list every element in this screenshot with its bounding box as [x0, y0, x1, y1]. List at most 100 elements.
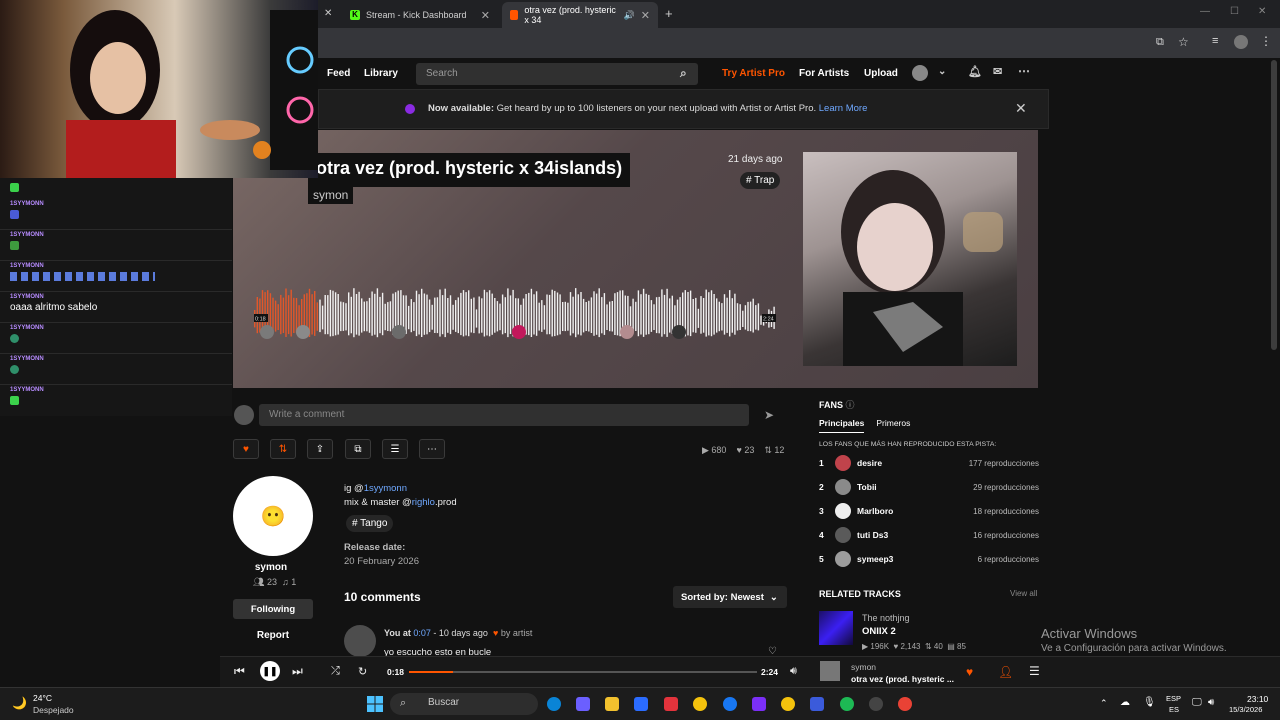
waveform-comment-avatar[interactable] — [512, 325, 526, 339]
artist-avatar[interactable]: 😶 — [233, 476, 313, 556]
network-icon[interactable]: 🖵︎ — [1192, 697, 1202, 708]
fan-row[interactable]: 5 symeep3 6 reproducciones — [819, 551, 1039, 567]
weather-temp[interactable]: 24°C — [33, 693, 52, 703]
related-track-artwork[interactable] — [819, 611, 853, 645]
spotify-icon[interactable] — [840, 697, 854, 711]
new-tab-icon[interactable]: + — [665, 6, 673, 21]
learn-more-link[interactable]: Learn More — [819, 103, 868, 114]
comment-avatar[interactable] — [344, 625, 376, 657]
view-all-link[interactable]: View all — [1010, 589, 1037, 598]
facebook-icon[interactable] — [723, 697, 737, 711]
like-button[interactable]: ♥ — [233, 439, 259, 459]
copy-link-button[interactable]: ⧉ — [345, 439, 371, 459]
instagram-link[interactable]: 1syymonn — [364, 483, 407, 494]
copilot-icon[interactable] — [576, 697, 590, 711]
edge-icon[interactable] — [547, 697, 561, 711]
volume-tray-icon[interactable]: 🔊︎ — [1208, 697, 1214, 708]
close-icon[interactable]: ✕ — [324, 8, 332, 19]
chrome-profile-icon[interactable] — [781, 697, 795, 711]
notifications-bell-icon[interactable]: 🔔︎ — [968, 65, 982, 78]
tracks-count[interactable]: 1 — [291, 577, 296, 587]
pause-button[interactable]: ❚❚ — [260, 661, 280, 681]
profile-avatar[interactable] — [1234, 35, 1248, 49]
report-button[interactable]: Report — [233, 630, 313, 641]
tab-soundcloud-track[interactable]: otra vez (prod. hysteric x 34 🔊 ✕ — [502, 2, 658, 28]
bookmark-star-icon[interactable]: ☆ — [1178, 35, 1189, 49]
chrome-icon[interactable] — [693, 697, 707, 711]
store-icon[interactable] — [634, 697, 648, 711]
tag-tango[interactable]: # Tango — [346, 515, 394, 532]
fan-name[interactable]: tuti Ds3 — [857, 530, 973, 540]
share-button[interactable]: ⇪ — [307, 439, 333, 459]
comment-author[interactable]: You at — [384, 628, 411, 638]
install-icon[interactable]: ⧉ — [1156, 36, 1164, 49]
fan-name[interactable]: Tobii — [857, 482, 973, 492]
weather-desc[interactable]: Despejado — [33, 705, 74, 715]
waveform-comment-avatar[interactable] — [392, 325, 406, 339]
menu-kebab-icon[interactable]: ⋮ — [1260, 34, 1272, 48]
sort-dropdown[interactable]: Sorted by: Newest ⌄ — [673, 586, 787, 608]
follow-artist-icon[interactable]: 👤︎ — [998, 665, 1013, 679]
next-icon[interactable]: ⏭ — [292, 664, 303, 679]
fan-name[interactable]: desire — [857, 458, 969, 468]
fan-row[interactable]: 3 Marlboro 18 reproducciones — [819, 503, 1039, 519]
artist-card-name[interactable]: symon — [233, 562, 309, 573]
window-close-icon[interactable]: ✕ — [1258, 6, 1266, 17]
minimize-icon[interactable]: — — [1200, 6, 1210, 17]
related-track-artist[interactable]: The nothjng — [862, 613, 910, 623]
obs-icon[interactable] — [869, 697, 883, 711]
fan-row[interactable]: 2 Tobii 29 reproducciones — [819, 479, 1039, 495]
media-control-icon[interactable]: ≡ — [1212, 35, 1218, 47]
related-track-title[interactable]: ONIIX 2 — [862, 626, 896, 637]
fan-name[interactable]: Marlboro — [857, 506, 973, 516]
taskbar-search[interactable]: Buscar — [390, 693, 538, 715]
player-like-icon[interactable]: ♥ — [966, 665, 973, 679]
fan-name[interactable]: symeep3 — [857, 554, 978, 564]
office-icon[interactable] — [664, 697, 678, 711]
comment-input[interactable]: Write a comment — [259, 404, 749, 426]
shuffle-icon[interactable]: ⤮ — [331, 665, 340, 678]
maximize-icon[interactable]: ☐ — [1230, 6, 1239, 17]
volume-icon[interactable]: 🔊︎ — [790, 665, 797, 678]
tab-principales[interactable]: Principales — [819, 418, 865, 433]
windows-start-icon[interactable] — [367, 696, 383, 712]
progress-bar[interactable] — [409, 671, 757, 673]
more-button[interactable]: ⋯ — [419, 439, 445, 459]
user-avatar[interactable] — [912, 65, 928, 81]
player-title[interactable]: otra vez (prod. hysteric ... — [851, 674, 954, 684]
fan-row[interactable]: 4 tuti Ds3 16 reproducciones — [819, 527, 1039, 543]
fan-row[interactable]: 1 desire 177 reproducciones — [819, 455, 1039, 471]
upload-link[interactable]: Upload — [864, 68, 898, 79]
repost-button[interactable]: ⇅ — [270, 439, 296, 459]
player-artist[interactable]: symon — [851, 662, 876, 672]
page-scrollbar[interactable] — [1271, 60, 1277, 350]
mixer-link[interactable]: righlo — [412, 497, 435, 508]
comment-timestamp[interactable]: 0:07 — [413, 628, 431, 638]
genre-tag[interactable]: # Trap — [740, 172, 781, 189]
add-to-playlist-button[interactable]: ☰ — [382, 439, 408, 459]
more-icon[interactable]: ⋯ — [1018, 64, 1030, 78]
search-icon[interactable]: ⌕ — [680, 66, 687, 81]
player-artwork[interactable] — [820, 661, 840, 681]
twitch-icon[interactable] — [752, 697, 766, 711]
try-artist-pro-link[interactable]: Try Artist Pro — [722, 68, 785, 79]
tab-kick-dashboard[interactable]: K Stream - Kick Dashboard ✕ — [342, 2, 498, 28]
onedrive-icon[interactable]: ☁ — [1120, 697, 1130, 708]
queue-icon[interactable]: ☰ — [1029, 664, 1040, 678]
previous-icon[interactable]: ⏮ — [234, 664, 245, 679]
following-button[interactable]: Following — [233, 599, 313, 619]
waveform-comment-avatar[interactable] — [672, 325, 686, 339]
tab-primeros[interactable]: Primeros — [876, 418, 910, 433]
app-icon[interactable] — [810, 697, 824, 711]
messages-icon[interactable]: ✉ — [993, 65, 1002, 78]
info-icon[interactable]: ⓘ — [846, 400, 855, 410]
language-indicator[interactable]: ESP — [1166, 694, 1181, 703]
close-tab-icon[interactable]: ✕ — [481, 9, 490, 22]
microphone-icon[interactable]: 🎙︎ — [1143, 697, 1156, 708]
repeat-icon[interactable]: ↻ — [358, 665, 367, 678]
for-artists-link[interactable]: For Artists — [799, 68, 849, 79]
chevron-down-icon[interactable]: ⌄ — [938, 66, 946, 77]
waveform-comment-avatar[interactable] — [620, 325, 634, 339]
send-icon[interactable]: ➤ — [764, 408, 774, 422]
file-explorer-icon[interactable] — [605, 697, 619, 711]
